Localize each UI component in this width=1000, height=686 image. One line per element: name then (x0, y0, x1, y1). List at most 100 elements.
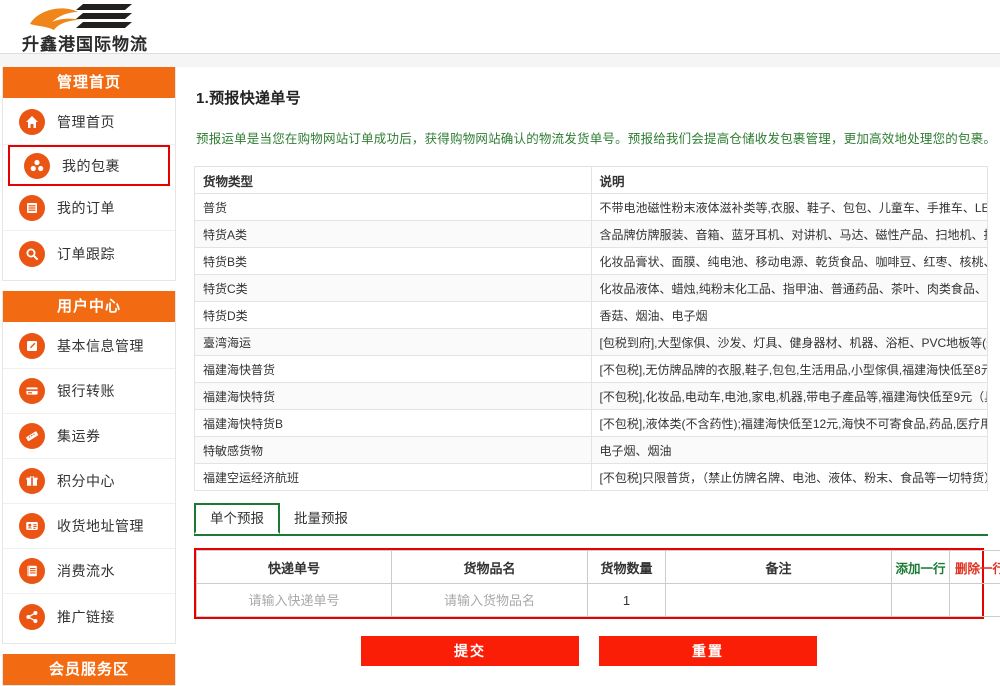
col-header-goods-name: 货物品名 (392, 551, 588, 584)
sidebar-item-transactions[interactable]: 消费流水 (3, 549, 175, 594)
sidebar-item-my-packages[interactable]: 我的包裹 (8, 145, 170, 186)
cell-desc: [包税到府],大型傢俱、沙发、灯具、健身器材、机器、浴柜、PVC地板等(最低消费… (591, 329, 988, 356)
cell-desc: 化妆品液体、蜡烛,纯粉末化工品、指甲油、普通药品、茶叶、肉类食品、牛肉乾、泡鸡脚… (591, 275, 988, 302)
remark-input[interactable] (666, 586, 891, 614)
add-row-label: 添加一行 (895, 562, 945, 576)
sidebar-item-label-promotion-link: 推广链接 (57, 607, 115, 627)
share-icon (19, 604, 45, 630)
package-icon (24, 153, 50, 179)
delete-row-button[interactable]: 删除一行 (950, 551, 1000, 584)
cargo-type-table: 货物类型 说明 普货 不带电池磁性粉末液体滋补类等,衣服、鞋子、包包、儿童车、手… (194, 166, 988, 491)
goods-name-input[interactable] (392, 586, 587, 614)
form-row (197, 584, 1000, 617)
cell-type: 特货D类 (195, 302, 592, 329)
sidebar-item-label-order-tracking: 订单跟踪 (57, 244, 115, 264)
sidebar-item-home[interactable]: 管理首页 (3, 100, 175, 145)
cell-type: 特货B类 (195, 248, 592, 275)
table-row: 普货 不带电池磁性粉末液体滋补类等,衣服、鞋子、包包、儿童车、手推车、LED灯具… (195, 194, 988, 221)
table-row: 福建海快普货 [不包税],无仿牌品牌的衣服,鞋子,包包,生活用品,小型傢俱,福建… (195, 356, 988, 383)
sidebar-item-promotion-link[interactable]: 推广链接 (3, 594, 175, 639)
cell-type: 普货 (195, 194, 592, 221)
cell-type: 特货A类 (195, 221, 592, 248)
sidebar-list-management: 管理首页 我的包裹 (3, 98, 175, 280)
table-row: 福建空运经济航班 [不包税]只限普货，（禁止仿牌名牌、电池、液体、粉末、食品等一… (195, 464, 988, 491)
sidebar-item-label-points-center: 积分中心 (57, 471, 115, 491)
sidebar-item-label-bank-transfer: 银行转账 (57, 381, 115, 401)
sidebar-item-order-tracking[interactable]: 订单跟踪 (3, 231, 175, 276)
cell-desc: [不包税],液体类(不含药性);福建海快低至12元,海快不可寄食品,药品,医疗用… (591, 410, 988, 437)
add-row-button[interactable]: 添加一行 (892, 551, 950, 584)
list-icon (19, 195, 45, 221)
quantity-input[interactable] (588, 586, 665, 614)
cargo-type-table-body: 普货 不带电池磁性粉末液体滋补类等,衣服、鞋子、包包、儿童车、手推车、LED灯具… (195, 194, 988, 491)
page-description: 预报运单是当您在购物网站订单成功后，获得购物网站确认的物流发货单号。预报给我们会… (196, 128, 1000, 147)
table-header-row: 货物类型 说明 (195, 167, 988, 194)
credit-card-icon (19, 378, 45, 404)
sidebar-item-label-home: 管理首页 (57, 112, 115, 132)
sidebar-item-label-my-packages: 我的包裹 (62, 156, 120, 176)
table-row: 特货B类 化妆品膏状、面膜、纯电池、移动电源、乾货食品、咖啡豆、红枣、核桃、黄飞… (195, 248, 988, 275)
table-row: 臺湾海运 [包税到府],大型傢俱、沙发、灯具、健身器材、机器、浴柜、PVC地板等… (195, 329, 988, 356)
table-row: 特货A类 含品牌仿牌服装、音箱、蓝牙耳机、对讲机、马达、磁性产品、扫地机、投影机… (195, 221, 988, 248)
sidebar-item-bank-transfer[interactable]: 银行转账 (3, 369, 175, 414)
main-content: 1.预报快递单号 预报运单是当您在购物网站订单成功后，获得购物网站确认的物流发货… (186, 67, 1000, 681)
cell-desc: 电子烟、烟油 (591, 437, 988, 464)
gift-icon (19, 468, 45, 494)
edit-icon (19, 333, 45, 359)
cell-tracking-number (197, 584, 392, 617)
cell-type: 特敏感货物 (195, 437, 592, 464)
col-header-remark: 备注 (666, 551, 892, 584)
delete-row-label: 删除一行 (955, 562, 1000, 576)
col-header-quantity: 货物数量 (588, 551, 666, 584)
sidebar-item-label-address-management: 收货地址管理 (57, 516, 144, 536)
cell-desc: [不包税],化妆品,电动车,电池,家电,机器,带电子產品等,福建海快低至9元（具… (591, 383, 988, 410)
page-title: 1.预报快递单号 (196, 87, 1000, 108)
submit-button[interactable]: 提交 (361, 636, 579, 666)
sidebar-item-my-orders[interactable]: 我的订单 (3, 186, 175, 231)
sidebar-section-user-center: 用户中心 基本信息管理 (2, 291, 176, 644)
sidebar-list-user-center: 基本信息管理 银行转账 (3, 322, 175, 643)
form-header-row: 快递单号 货物品名 货物数量 备注 添加一行 删除一行 (197, 551, 1000, 584)
tab-single-forecast[interactable]: 单个预报 (194, 503, 280, 534)
logo-text: 升鑫港国际物流 (10, 30, 160, 55)
home-icon (19, 109, 45, 135)
sidebar-section-title-management: 管理首页 (3, 67, 175, 98)
sidebar-item-coupon[interactable]: 集运券 (3, 414, 175, 459)
forecast-tabs: 单个预报 批量预报 (194, 504, 988, 536)
cell-desc: 含品牌仿牌服装、音箱、蓝牙耳机、对讲机、马达、磁性产品、扫地机、投影机、智能垃圾… (591, 221, 988, 248)
sidebar: 管理首页 管理首页 (0, 67, 178, 681)
sidebar-item-address-management[interactable]: 收货地址管理 (3, 504, 175, 549)
cell-type: 福建海快特货B (195, 410, 592, 437)
forecast-form-body (197, 584, 1000, 617)
sidebar-item-points-center[interactable]: 积分中心 (3, 459, 175, 504)
cell-desc: 香菇、烟油、电子烟 (591, 302, 988, 329)
table-row: 特货C类 化妆品液体、蜡烛,纯粉末化工品、指甲油、普通药品、茶叶、肉类食品、牛肉… (195, 275, 988, 302)
tab-batch-forecast[interactable]: 批量预报 (280, 504, 362, 533)
cell-type: 福建海快特货 (195, 383, 592, 410)
form-actions: 提交 重置 (194, 636, 984, 666)
forecast-form-table: 快递单号 货物品名 货物数量 备注 添加一行 删除一行 (196, 550, 1000, 617)
forecast-form-head: 快递单号 货物品名 货物数量 备注 添加一行 删除一行 (197, 551, 1000, 584)
cell-delete-spacer (950, 584, 1000, 617)
id-card-icon (19, 513, 45, 539)
sidebar-section-title-member-services: 会员服务区 (3, 654, 175, 685)
sidebar-section-title-user-center: 用户中心 (3, 291, 175, 322)
logo[interactable]: 升鑫港国际物流 (10, 2, 160, 52)
site-header: 升鑫港国际物流 (0, 0, 1000, 53)
cell-desc: [不包税],无仿牌品牌的衣服,鞋子,包包,生活用品,小型傢俱,福建海快低至8元,… (591, 356, 988, 383)
cell-desc: [不包税]只限普货，（禁止仿牌名牌、电池、液体、粉末、食品等一切特货）低至14.… (591, 464, 988, 491)
sidebar-item-label-coupon: 集运券 (57, 426, 101, 446)
cell-desc: 化妆品膏状、面膜、纯电池、移动电源、乾货食品、咖啡豆、红枣、核桃、黄飞鸿花生、螺… (591, 248, 988, 275)
sidebar-item-label-basic-info: 基本信息管理 (57, 336, 144, 356)
page-root: 升鑫港国际物流 管理首页 管理首页 (0, 0, 1000, 681)
cell-type: 特货C类 (195, 275, 592, 302)
sidebar-item-label-my-orders: 我的订单 (57, 198, 115, 218)
sidebar-item-basic-info[interactable]: 基本信息管理 (3, 324, 175, 369)
cell-quantity (588, 584, 666, 617)
cell-add-spacer (892, 584, 950, 617)
table-row: 福建海快特货 [不包税],化妆品,电动车,电池,家电,机器,带电子產品等,福建海… (195, 383, 988, 410)
reset-button[interactable]: 重置 (599, 636, 817, 666)
tracking-number-input[interactable] (197, 586, 391, 614)
body-area: 管理首页 管理首页 (0, 67, 1000, 681)
cell-type: 臺湾海运 (195, 329, 592, 356)
